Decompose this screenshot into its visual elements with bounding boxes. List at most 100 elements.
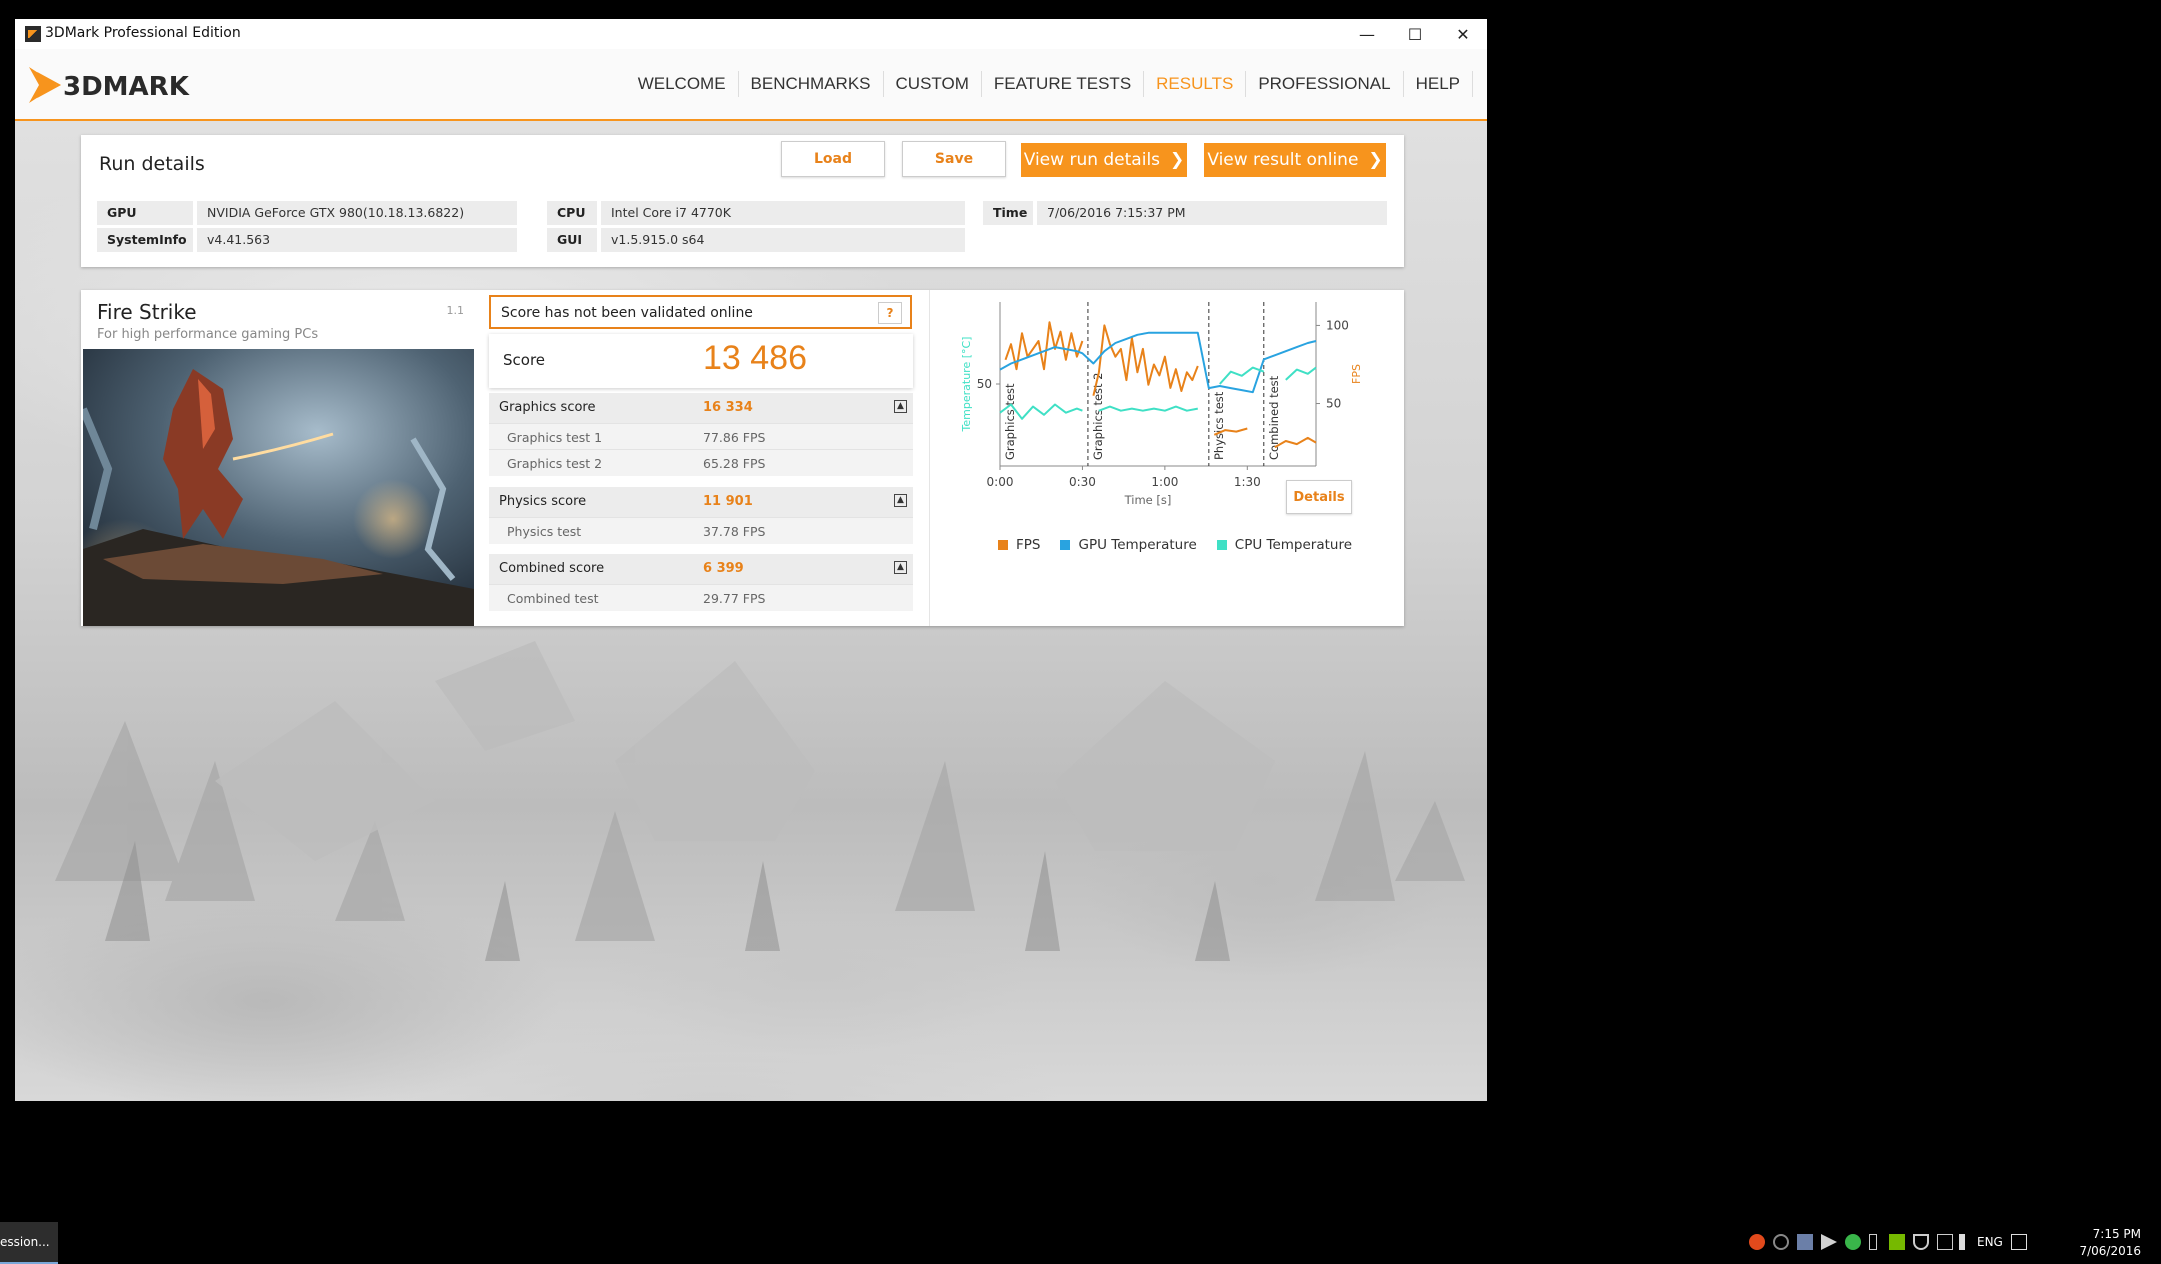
collapse-graphics-icon[interactable]: ▲ (894, 400, 907, 413)
minimize-button[interactable]: — (1343, 19, 1391, 49)
graphics-test-1-value: 77.86 FPS (703, 430, 766, 445)
graphics-score-label: Graphics score (499, 400, 596, 415)
gui-row: GUI v1.5.915.0 s64 (547, 228, 965, 252)
cpu-value: Intel Core i7 4770K (601, 201, 965, 225)
network-tray-icon[interactable] (1913, 1234, 1929, 1250)
overall-score: Score 13 486 (489, 334, 913, 388)
section-label: Graphics test 2 (1091, 373, 1105, 461)
legend-label-gpu: GPU Temperature (1078, 537, 1197, 553)
graphics-score-row: Graphics score 16 334 ▲ (489, 393, 913, 423)
section-label: Combined test (1267, 375, 1281, 460)
nvidia-tray-icon[interactable] (1889, 1234, 1905, 1250)
section-label: Physics test (1212, 391, 1226, 460)
x-tick-label: 1:30 (1234, 475, 1261, 489)
graphics-test-2-value: 65.28 FPS (703, 456, 766, 471)
logo-text: 3DMARK (63, 72, 190, 102)
volume-icon[interactable] (1959, 1234, 1975, 1250)
language-indicator[interactable]: ENG (1977, 1235, 2003, 1249)
nav-professional[interactable]: PROFESSIONAL (1246, 71, 1404, 97)
nav-custom[interactable]: CUSTOM (884, 71, 982, 97)
nav-welcome[interactable]: WELCOME (626, 71, 739, 97)
title-bar: 3DMark Professional Edition — ☐ ✕ (15, 19, 1487, 49)
maximize-button[interactable]: ☐ (1391, 19, 1439, 49)
graphics-test-1-label: Graphics test 1 (507, 430, 603, 445)
y-right-tick-label: 100 (1326, 318, 1349, 332)
score-label: Score (503, 351, 546, 369)
graphics-test-2-label: Graphics test 2 (507, 456, 603, 471)
display-tray-icon[interactable] (1937, 1234, 1953, 1250)
view-result-online-label: View result online (1207, 150, 1359, 170)
validation-help-button[interactable]: ? (878, 302, 902, 324)
chevron-right-icon: ❯ (1170, 150, 1185, 170)
time-row: Time 7/06/2016 7:15:37 PM (983, 201, 1387, 225)
systeminfo-label: SystemInfo (97, 228, 193, 252)
validation-notice: Score has not been validated online ? (489, 295, 912, 329)
nav-help[interactable]: HELP (1404, 71, 1473, 97)
fire-strike-result-panel: Fire Strike For high performance gaming … (81, 290, 1404, 626)
plane-tray-icon[interactable] (1821, 1234, 1837, 1250)
steam-tray-icon[interactable] (1773, 1234, 1789, 1250)
y-left-axis-label: Temperature [°C] (960, 337, 973, 433)
combined-score-label: Combined score (499, 561, 605, 576)
taskbar-app-button[interactable]: ession... (0, 1222, 58, 1264)
3dmark-logo[interactable]: 3DMARK (27, 57, 247, 113)
clock[interactable]: 7:15 PM 7/06/2016 (2079, 1226, 2141, 1260)
clock-date: 7/06/2016 (2079, 1244, 2141, 1258)
benchmark-subtitle: For high performance gaming PCs (97, 327, 319, 342)
top-nav-bar: 3DMARK WELCOME BENCHMARKS CUSTOM FEATURE… (15, 49, 1487, 121)
green-tray-icon[interactable] (1845, 1234, 1861, 1250)
chart-legend: FPS GPU Temperature CPU Temperature (998, 537, 1372, 553)
legend-cpu-temp: CPU Temperature (1216, 537, 1353, 553)
y-right-axis-label: FPS (1350, 364, 1363, 384)
physics-test-label: Physics test (507, 524, 582, 539)
details-button[interactable]: Details (1286, 480, 1352, 514)
benchmark-info: Fire Strike For high performance gaming … (81, 290, 474, 626)
time-label: Time (983, 201, 1033, 225)
systeminfo-row: SystemInfo v4.41.563 (97, 228, 517, 252)
legend-label-cpu: CPU Temperature (1234, 537, 1353, 553)
run-details-panel: Run details Load Save View run details ❯… (81, 135, 1404, 267)
load-button[interactable]: Load (781, 141, 885, 177)
system-tray: ENG 7:15 PM 7/06/2016 (1741, 1222, 2161, 1264)
legend-swatch-cpu (1216, 540, 1227, 550)
view-run-details-button[interactable]: View run details ❯ (1021, 143, 1187, 177)
nav-benchmarks[interactable]: BENCHMARKS (739, 71, 884, 97)
collapse-physics-icon[interactable]: ▲ (894, 494, 907, 507)
y-right-tick-label: 50 (1326, 397, 1341, 411)
cpu-label: CPU (547, 201, 597, 225)
combined-score-value: 6 399 (703, 561, 744, 576)
legend-label-fps: FPS (1016, 537, 1041, 553)
combined-test-label: Combined test (507, 591, 599, 606)
antivirus-tray-icon[interactable] (1749, 1234, 1765, 1250)
notifications-icon[interactable] (2011, 1234, 2027, 1250)
graphics-test-1-row: Graphics test 1 77.86 FPS (489, 423, 913, 450)
physics-score-value: 11 901 (703, 494, 753, 509)
systeminfo-value: v4.41.563 (197, 228, 517, 252)
usb-tray-icon[interactable] (1869, 1234, 1877, 1250)
physics-test-value: 37.78 FPS (703, 524, 766, 539)
run-details-heading: Run details (99, 153, 205, 175)
x-axis-label: Time [s] (1124, 493, 1172, 507)
graphics-test-2-row: Graphics test 2 65.28 FPS (489, 449, 913, 476)
app-window: 3DMark Professional Edition — ☐ ✕ 3DMARK… (15, 19, 1487, 1101)
gpu-row: GPU NVIDIA GeForce GTX 980(10.18.13.6822… (97, 201, 517, 225)
physics-test-row: Physics test 37.78 FPS (489, 517, 913, 544)
gui-label: GUI (547, 228, 597, 252)
gui-value: v1.5.915.0 s64 (601, 228, 965, 252)
view-run-details-label: View run details (1023, 150, 1161, 170)
combined-test-row: Combined test 29.77 FPS (489, 584, 913, 611)
collapse-combined-icon[interactable]: ▲ (894, 561, 907, 574)
gpu-label: GPU (97, 201, 193, 225)
gpu-value: NVIDIA GeForce GTX 980(10.18.13.6822) (197, 201, 517, 225)
legend-fps: FPS (998, 537, 1040, 553)
legend-swatch-fps (998, 540, 1008, 550)
x-tick-label: 1:00 (1151, 475, 1178, 489)
save-button[interactable]: Save (902, 141, 1006, 177)
monitor-tray-icon[interactable] (1797, 1234, 1813, 1250)
nav-feature-tests[interactable]: FEATURE TESTS (982, 71, 1145, 97)
view-result-online-button[interactable]: View result online ❯ (1204, 143, 1386, 177)
close-button[interactable]: ✕ (1439, 19, 1487, 49)
nav-results[interactable]: RESULTS (1144, 71, 1247, 97)
section-label: Graphics test (1003, 383, 1017, 460)
physics-score-label: Physics score (499, 494, 587, 509)
